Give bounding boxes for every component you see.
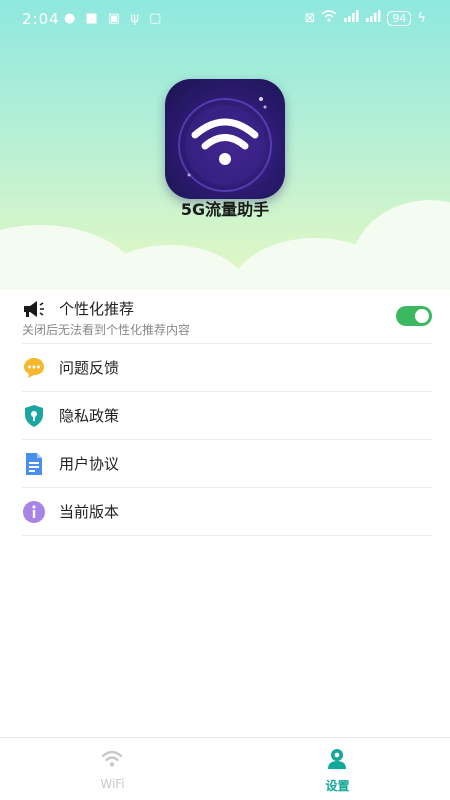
document-icon xyxy=(22,452,46,476)
user-icon xyxy=(326,748,348,774)
status-bar: 2:04 ● ■ ▣ ψ ▢ ⊠ 94 ϟ xyxy=(0,0,450,40)
tab-wifi[interactable]: WiFi xyxy=(0,738,225,800)
settings-item-feedback[interactable]: 问题反馈 xyxy=(22,344,432,392)
settings-item-user-agreement[interactable]: 用户协议 xyxy=(22,440,432,488)
chat-bubble-icon xyxy=(22,356,46,380)
app-logo xyxy=(165,79,285,199)
bottom-tab-bar: WiFi 设置 xyxy=(0,737,450,800)
battery-icon: 94 xyxy=(387,10,412,26)
message-icon: ▢ xyxy=(149,11,165,26)
user-agreement-label: 用户协议 xyxy=(59,455,120,473)
signal-icon xyxy=(343,10,359,26)
settings-item-version[interactable]: 当前版本 xyxy=(22,488,432,536)
app-name: 5G流量助手 xyxy=(180,200,270,219)
privacy-policy-label: 隐私政策 xyxy=(59,407,120,425)
status-right-group: ⊠ 94 ϟ xyxy=(305,10,426,26)
notification-icons: ● ■ ▣ ψ ▢ xyxy=(64,11,164,26)
nfc-icon: ⊠ xyxy=(304,10,316,26)
image-icon: ▣ xyxy=(107,11,124,26)
signal-icon xyxy=(365,10,381,26)
personalized-recommend-row: 个性化推荐 关闭后无法看到个性化推荐内容 xyxy=(22,290,432,344)
current-version-label: 当前版本 xyxy=(59,503,120,521)
feedback-label: 问题反馈 xyxy=(59,359,120,377)
personalized-recommend-description: 关闭后无法看到个性化推荐内容 xyxy=(22,323,191,337)
wifi-icon xyxy=(178,97,272,192)
wifi-icon xyxy=(101,750,123,772)
usb-icon: ψ xyxy=(130,11,142,26)
megaphone-icon xyxy=(22,298,46,322)
charging-icon: ϟ xyxy=(417,10,426,26)
qq-icon: ● xyxy=(64,11,79,26)
toggle-knob xyxy=(415,309,429,323)
settings-item-privacy[interactable]: 隐私政策 xyxy=(22,392,432,440)
tab-wifi-label: WiFi xyxy=(100,777,125,791)
shield-icon xyxy=(22,404,46,428)
status-time: 2:04 xyxy=(22,10,60,28)
wechat-icon: ■ xyxy=(85,11,101,26)
personalized-recommend-label: 个性化推荐 xyxy=(59,300,135,318)
tab-settings[interactable]: 设置 xyxy=(225,738,450,800)
tab-settings-label: 设置 xyxy=(325,779,350,793)
info-icon xyxy=(22,500,46,524)
personalized-recommend-toggle[interactable] xyxy=(396,306,432,326)
wifi-status-icon xyxy=(321,10,337,26)
